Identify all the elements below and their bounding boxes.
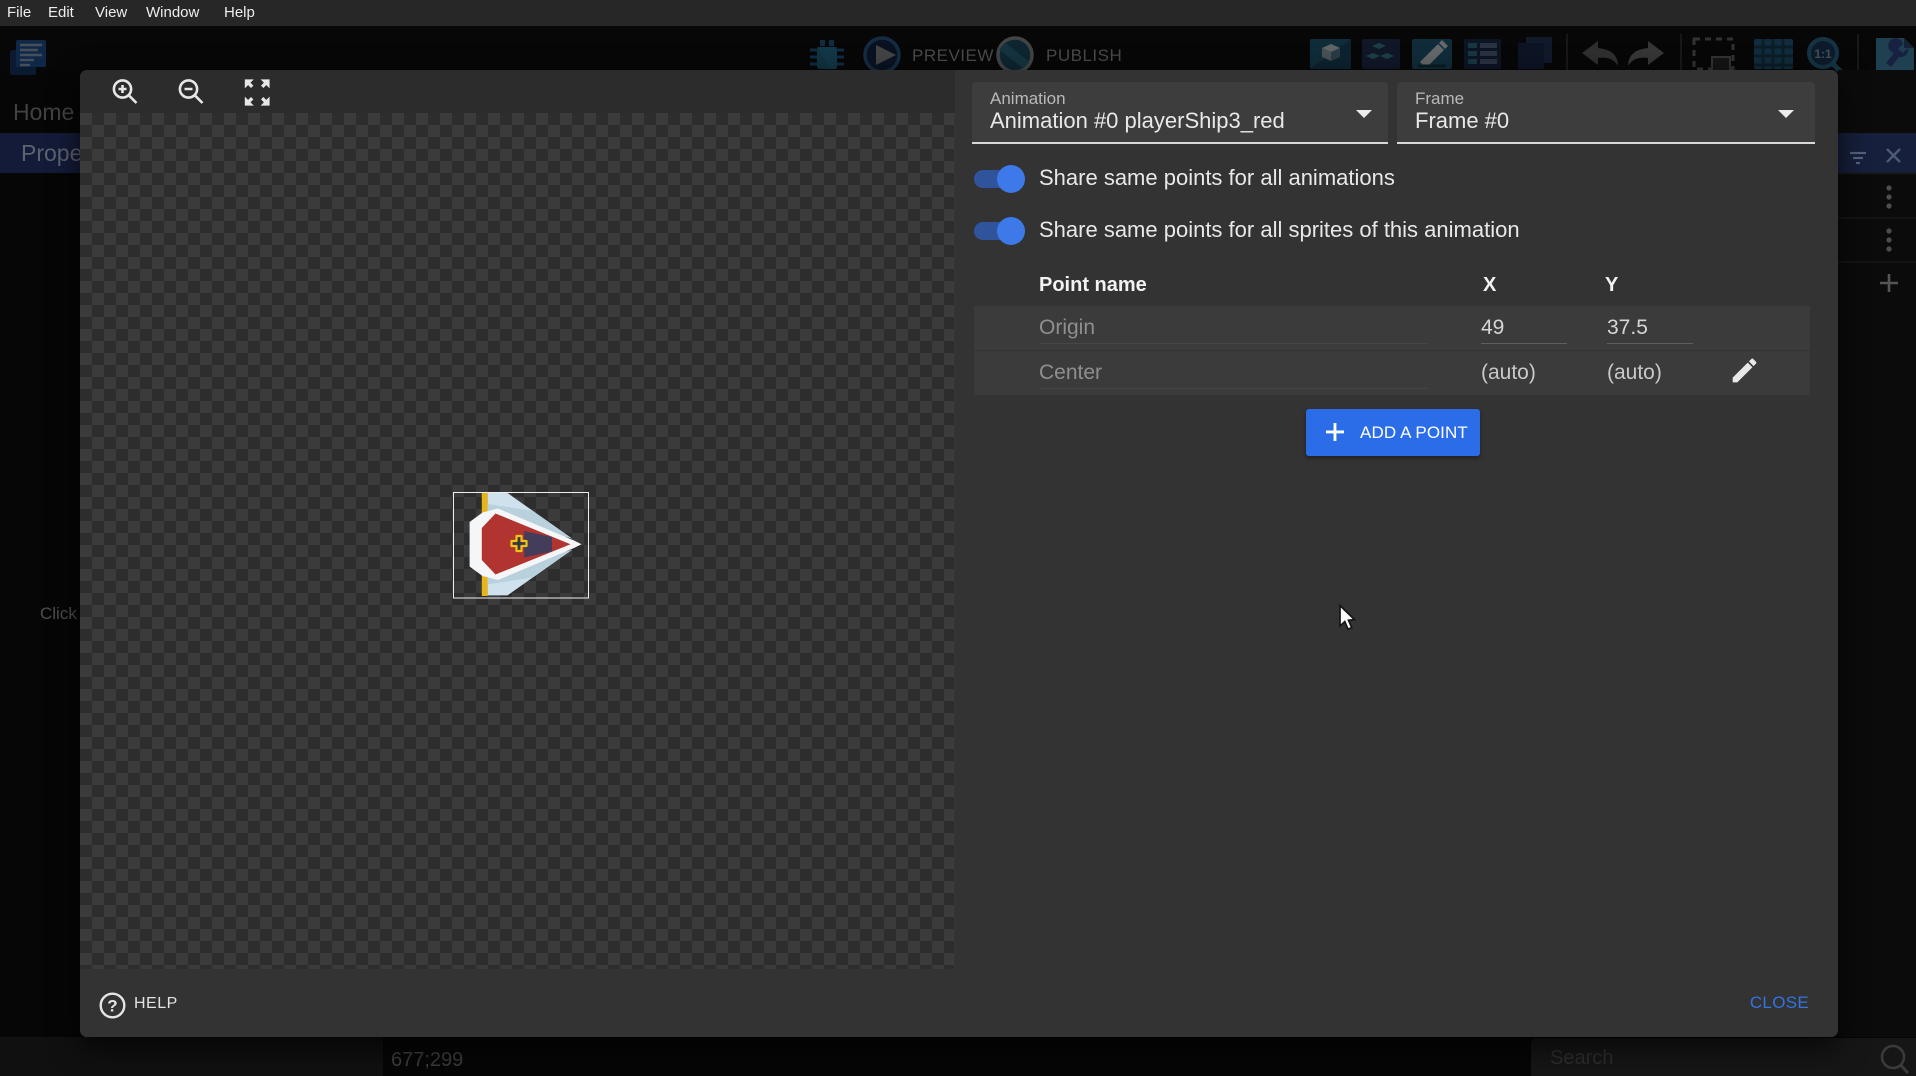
- svg-text:1:1: 1:1: [1814, 47, 1832, 61]
- svg-text:PREVIEW: PREVIEW: [912, 46, 994, 65]
- svg-text:PUBLISH: PUBLISH: [1046, 46, 1122, 65]
- svg-text:?: ?: [107, 997, 117, 1016]
